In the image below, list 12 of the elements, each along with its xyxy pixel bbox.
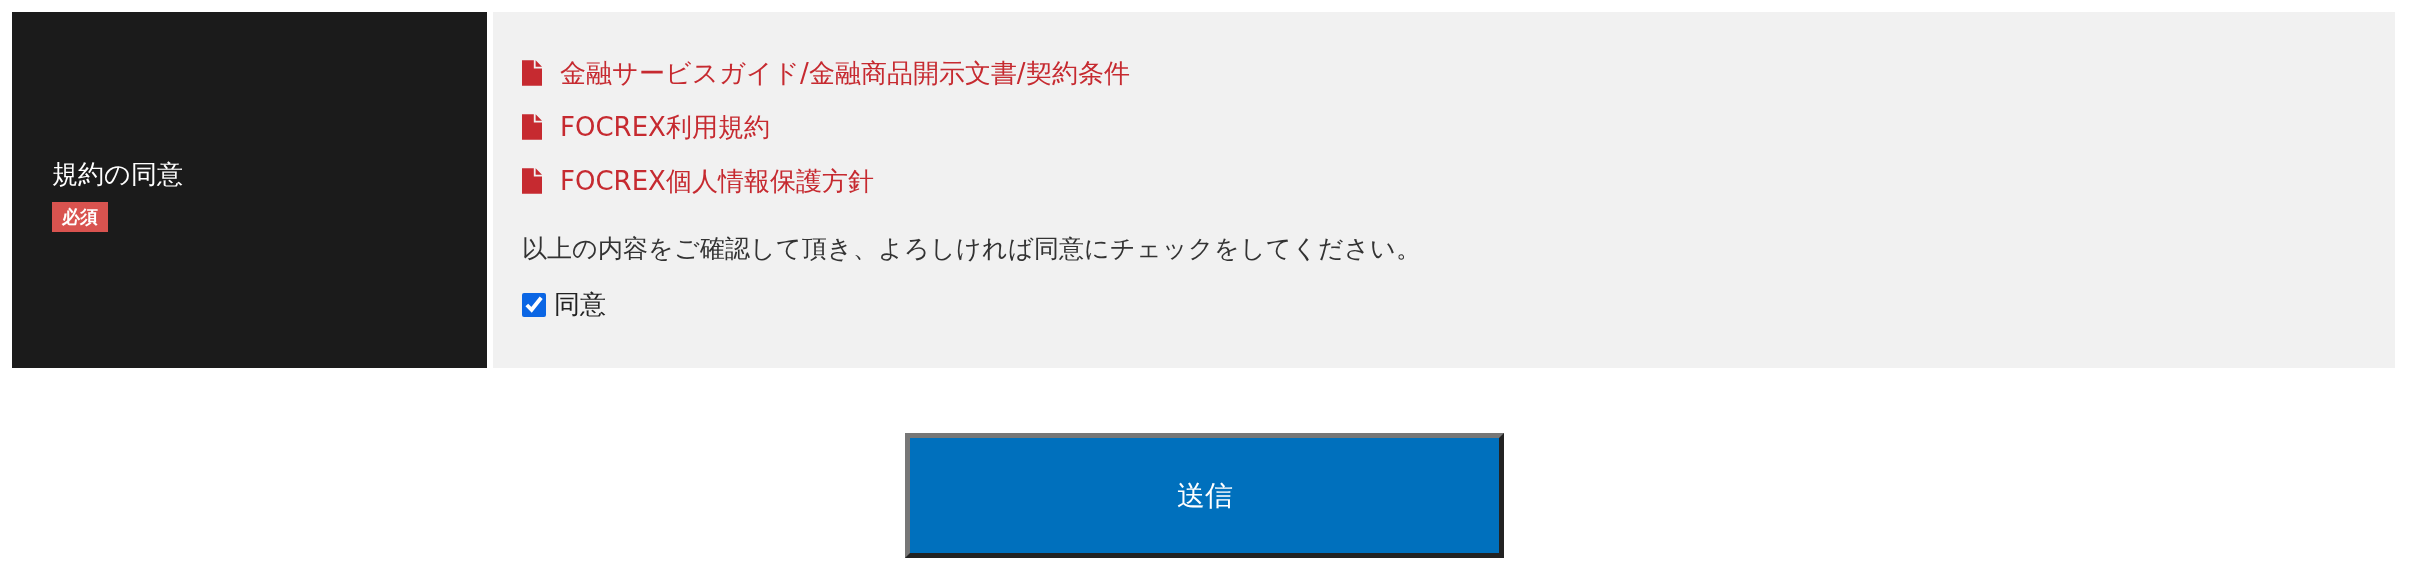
document-link[interactable]: FOCREX利用規約 bbox=[560, 109, 770, 145]
document-icon bbox=[522, 60, 542, 86]
required-badge: 必須 bbox=[52, 201, 108, 232]
document-link[interactable]: FOCREX個人情報保護方針 bbox=[560, 163, 874, 199]
instruction-text: 以上の内容をご確認して頂き、よろしければ同意にチェックをしてください。 bbox=[522, 233, 1422, 265]
document-icon bbox=[522, 114, 542, 140]
document-icon bbox=[522, 168, 542, 194]
field-label: 規約の同意 bbox=[52, 157, 183, 191]
agree-checkbox[interactable] bbox=[522, 292, 546, 317]
document-link[interactable]: 金融サービスガイド/金融商品開示文書/契約条件 bbox=[560, 55, 1130, 91]
submit-button[interactable]: 送信 bbox=[905, 433, 1504, 558]
checkbox-label: 同意 bbox=[554, 288, 606, 321]
